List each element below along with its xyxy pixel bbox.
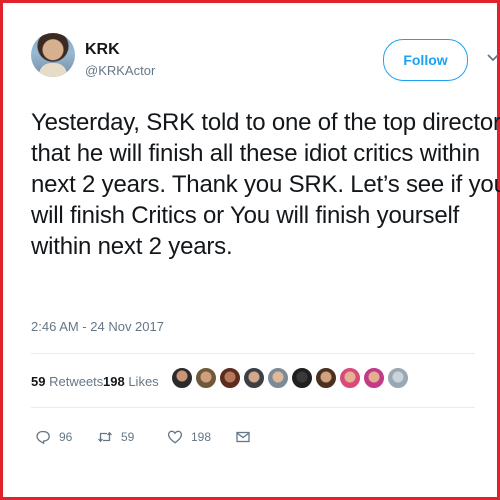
message-action[interactable] (235, 429, 259, 445)
tweet-line: within next 2 years. (31, 233, 233, 260)
user-handle[interactable]: @KRKActor (85, 63, 155, 78)
liker-avatar[interactable] (363, 367, 385, 389)
liker-avatar[interactable] (171, 367, 193, 389)
liker-avatar[interactable] (315, 367, 337, 389)
like-count: 198 (191, 430, 212, 444)
tweet-line: will finish Critics or You will finish y… (31, 202, 460, 229)
reply-action[interactable]: 96 (35, 429, 72, 445)
liker-avatar[interactable] (243, 367, 265, 389)
tweet-line: that he will finish all these idiot crit… (31, 140, 480, 167)
liker-avatar[interactable] (267, 367, 289, 389)
likes-stat[interactable]: 198 Likes (103, 374, 159, 389)
tweet-text: Yesterday, SRK told to one of the top di… (31, 107, 500, 262)
divider (31, 407, 475, 408)
action-bar: 96 59 198 (31, 423, 475, 453)
tweet-header: KRK @KRKActor Follow (31, 33, 499, 93)
liker-avatar[interactable] (339, 367, 361, 389)
retweets-count: 59 (31, 374, 46, 389)
likes-label: Likes (128, 374, 159, 389)
avatar[interactable] (31, 33, 75, 77)
follow-button[interactable]: Follow (383, 39, 468, 81)
tweet-line: next 2 years. Thank you SRK. Let’s see i… (31, 171, 500, 198)
retweet-count: 59 (121, 430, 135, 444)
tweet-line: Yesterday, SRK told to one of the top di… (31, 109, 500, 136)
liker-avatar[interactable] (219, 367, 241, 389)
timestamp[interactable]: 2:46 AM - 24 Nov 2017 (31, 319, 164, 334)
message-icon (236, 431, 250, 443)
reply-count: 96 (59, 430, 73, 444)
reply-icon (36, 430, 50, 445)
likes-count: 198 (103, 374, 125, 389)
liker-avatar[interactable] (387, 367, 409, 389)
engagement-stats: 59 Retweets 198 Likes (31, 365, 475, 399)
chevron-down-icon[interactable] (486, 51, 500, 65)
retweets-stat[interactable]: 59 Retweets (31, 374, 103, 389)
liker-avatar[interactable] (195, 367, 217, 389)
retweet-action[interactable]: 59 (97, 429, 134, 445)
display-name[interactable]: KRK (85, 41, 120, 59)
divider (31, 353, 475, 354)
retweets-label: Retweets (49, 374, 104, 389)
like-action[interactable]: 198 (167, 429, 211, 445)
liker-avatar[interactable] (291, 367, 313, 389)
retweet-icon (98, 431, 112, 443)
image-frame: KRK @KRKActor Follow Yesterday, SRK told… (0, 0, 500, 500)
like-icon (167, 430, 183, 444)
